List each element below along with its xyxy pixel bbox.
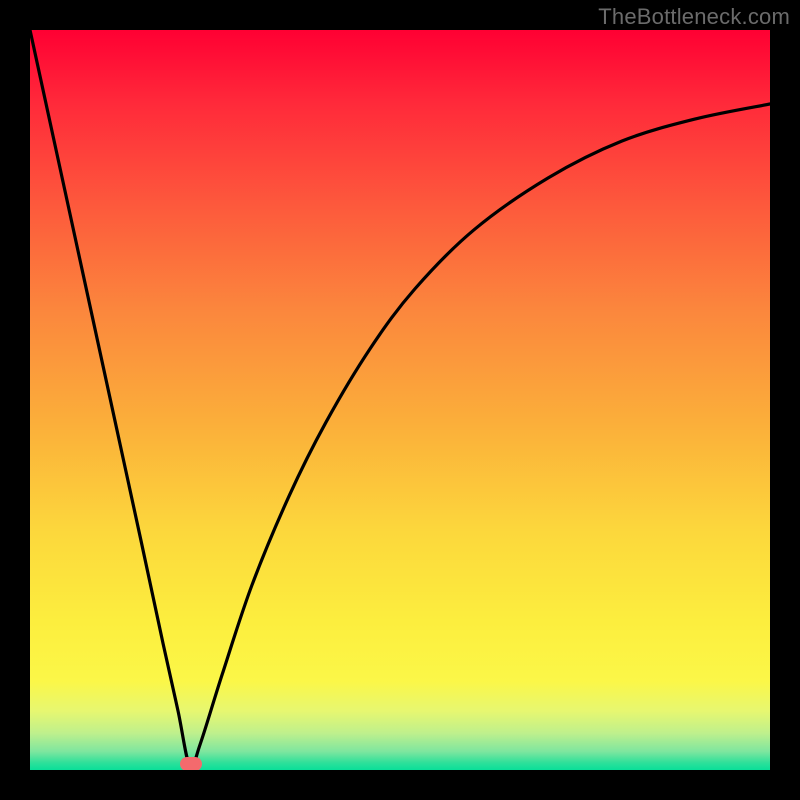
attribution-label: TheBottleneck.com xyxy=(598,4,790,30)
chart-frame: TheBottleneck.com xyxy=(0,0,800,800)
optimum-marker xyxy=(180,757,202,770)
plot-area xyxy=(30,30,770,770)
bottleneck-curve xyxy=(30,30,770,768)
curve-layer xyxy=(30,30,770,770)
